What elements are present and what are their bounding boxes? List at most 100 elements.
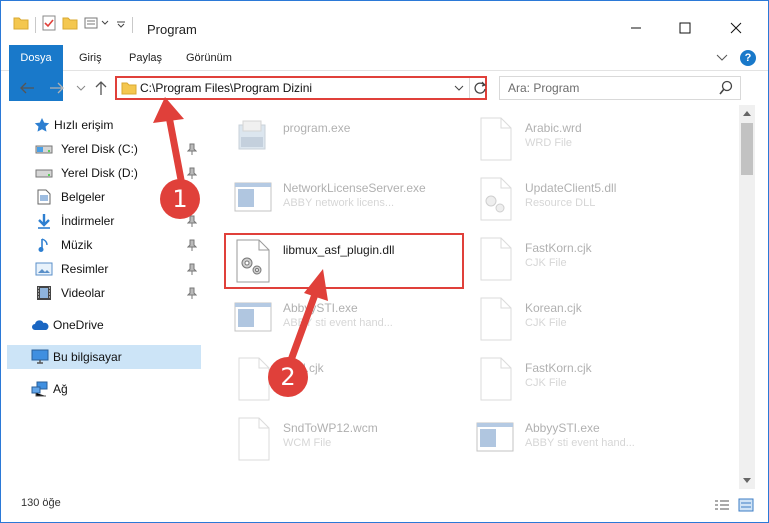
sidebar-item-label: OneDrive	[53, 318, 104, 332]
folder-icon	[13, 16, 29, 33]
sidebar-item-pictures[interactable]: Resimler	[1, 257, 201, 281]
sidebar-item-local-disk-c[interactable]: Yerel Disk (C:)	[1, 137, 201, 161]
file-list: program.exe NetworkLicenseServer.exe ABB…	[207, 105, 739, 489]
forward-arrow-icon	[50, 82, 64, 94]
sidebar-item-music[interactable]: Müzik	[1, 233, 201, 257]
navigation-pane: Hızlı erişim Yerel Disk (C:) Yerel Disk …	[1, 105, 205, 489]
dropdown-arrow-icon[interactable]	[116, 18, 126, 32]
file-name: Korean.cjk	[525, 301, 582, 315]
file-item[interactable]: FastKorn.cjk CJK File	[475, 233, 705, 289]
sidebar-item-label: Yerel Disk (C:)	[61, 142, 138, 156]
maximize-icon	[679, 22, 691, 34]
file-description: WCM File	[283, 437, 332, 449]
forward-button[interactable]	[47, 79, 67, 97]
pin-icon[interactable]	[186, 263, 198, 278]
file-item[interactable]: Korean.cjk CJK File	[475, 293, 705, 349]
status-bar: 130 öğe	[1, 489, 768, 522]
file-description: ABBY sti event hand...	[283, 317, 393, 329]
customize-toolbar-icon[interactable]	[84, 16, 110, 33]
file-item[interactable]: UpdateClient5.dll Resource DLL	[475, 173, 705, 229]
search-icon[interactable]	[718, 80, 734, 99]
address-dropdown-icon[interactable]	[453, 81, 465, 98]
file-name: Arabic.wrd	[525, 121, 582, 135]
address-path[interactable]: C:\Program Files\Program Dizini	[140, 81, 312, 95]
details-view-icon[interactable]	[714, 498, 730, 515]
app-window-icon	[233, 177, 273, 217]
tab-view[interactable]: Görünüm	[186, 45, 232, 71]
sidebar-item-label: Ağ	[53, 382, 68, 396]
vertical-scrollbar[interactable]	[739, 105, 755, 489]
file-description: Resource DLL	[525, 197, 596, 209]
documents-icon	[35, 189, 53, 205]
recent-locations-button[interactable]	[71, 79, 91, 97]
back-button[interactable]	[17, 79, 37, 97]
up-button[interactable]	[91, 79, 111, 97]
drive-icon	[35, 141, 53, 157]
sidebar-item-label: Hızlı erişim	[54, 118, 114, 132]
pin-icon[interactable]	[186, 143, 198, 158]
file-name: AbbyySTI.exe	[525, 421, 600, 435]
sidebar-item-onedrive[interactable]: OneDrive	[1, 313, 201, 337]
help-icon[interactable]: ?	[740, 50, 756, 66]
installer-icon	[233, 117, 273, 157]
pin-icon[interactable]	[186, 287, 198, 302]
scroll-down-icon[interactable]	[739, 473, 755, 489]
tab-home[interactable]: Giriş	[79, 45, 102, 71]
close-icon	[730, 22, 742, 34]
toolbar-separator	[35, 16, 36, 33]
cloud-icon	[31, 317, 49, 333]
quick-access-toolbar	[13, 15, 133, 34]
file-name: NetworkLicenseServer.exe	[283, 181, 426, 195]
address-separator	[469, 78, 470, 98]
network-icon	[31, 381, 49, 397]
drive-icon	[35, 165, 53, 181]
close-button[interactable]	[713, 13, 759, 43]
large-icons-view-icon[interactable]	[738, 498, 754, 515]
search-box[interactable]: Ara: Program	[499, 76, 741, 100]
sidebar-item-label: Videolar	[61, 286, 105, 300]
tab-share[interactable]: Paylaş	[129, 45, 162, 71]
sidebar-item-label: Bu bilgisayar	[53, 350, 122, 364]
sidebar-item-label: Müzik	[61, 238, 93, 252]
properties-icon[interactable]	[42, 15, 56, 34]
ribbon-right-controls: ?	[716, 50, 756, 66]
file-description: WRD File	[525, 137, 573, 149]
search-input[interactable]: Ara: Program	[508, 81, 579, 95]
highlight-box	[224, 233, 464, 289]
file-item[interactable]: AbbyySTI.exe ABBY sti event hand...	[475, 413, 705, 469]
download-icon	[35, 213, 53, 229]
sidebar-item-this-pc[interactable]: Bu bilgisayar	[7, 345, 201, 369]
sidebar-item-network[interactable]: Ağ	[1, 377, 201, 401]
file-item[interactable]: FastKorn.cjk CJK File	[475, 353, 705, 409]
address-bar[interactable]: C:\Program Files\Program Dizini	[115, 76, 487, 100]
star-icon	[33, 117, 51, 133]
minimize-icon	[631, 27, 641, 29]
file-name: FastKorn.cjk	[525, 241, 592, 255]
new-folder-icon[interactable]	[62, 16, 78, 33]
view-toggles	[714, 498, 754, 515]
item-count: 130 öğe	[21, 497, 61, 509]
scrollbar-thumb[interactable]	[741, 123, 753, 175]
maximize-button[interactable]	[662, 13, 708, 43]
file-description: CJK File	[525, 317, 567, 329]
chevron-down-icon	[76, 85, 86, 91]
dll-gear-icon	[475, 177, 515, 221]
document-icon	[475, 117, 515, 161]
sidebar-item-quick-access[interactable]: Hızlı erişim	[1, 113, 201, 137]
file-item[interactable]: program.exe	[233, 113, 463, 169]
file-item[interactable]: SndToWP12.wcm WCM File	[233, 413, 463, 469]
file-item[interactable]: Arabic.wrd WRD File	[475, 113, 705, 169]
sidebar-item-videos[interactable]: Videolar	[1, 281, 201, 305]
pin-icon[interactable]	[186, 215, 198, 230]
document-icon	[475, 357, 515, 401]
file-item[interactable]: NetworkLicenseServer.exe ABBY network li…	[233, 173, 463, 229]
file-name: program.exe	[283, 121, 351, 135]
refresh-icon[interactable]	[473, 80, 487, 99]
file-item[interactable]: AbbyySTI.exe ABBY sti event hand...	[233, 293, 463, 349]
expand-ribbon-icon[interactable]	[716, 51, 728, 65]
pin-icon[interactable]	[186, 239, 198, 254]
ribbon-tabs: Dosya Giriş Paylaş Görünüm ?	[1, 45, 768, 101]
minimize-button[interactable]	[613, 13, 659, 43]
scroll-up-icon[interactable]	[739, 105, 755, 121]
pin-icon[interactable]	[186, 167, 198, 182]
